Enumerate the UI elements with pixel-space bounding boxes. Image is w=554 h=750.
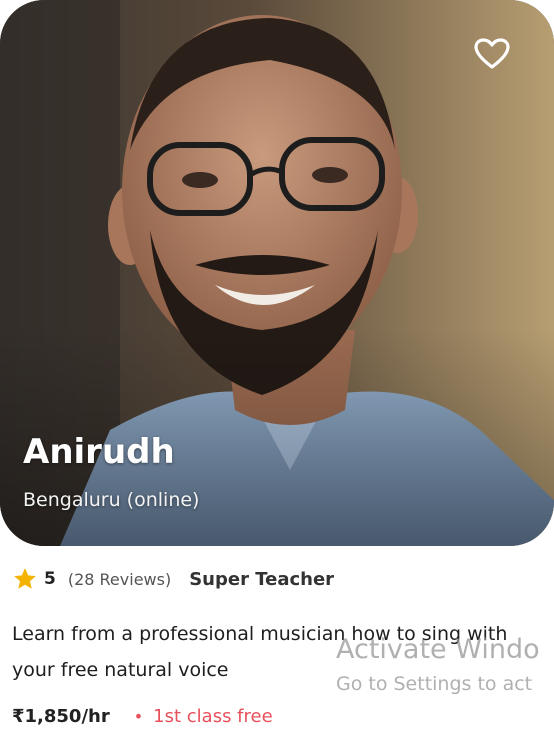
first-class-free-label: 1st class free	[153, 705, 273, 727]
rating-row: 5 (28 Reviews) Super Teacher	[12, 565, 334, 593]
teacher-location: Bengaluru (online)	[23, 489, 200, 511]
heart-outline-icon	[474, 38, 510, 69]
super-teacher-badge: Super Teacher	[189, 568, 335, 590]
hourly-price: ₹1,850/hr	[12, 705, 110, 727]
star-icon	[14, 568, 36, 589]
rating-score: 5	[44, 569, 56, 589]
course-description[interactable]: Learn from a professional musician how t…	[12, 616, 542, 688]
separator-dot: •	[133, 706, 144, 726]
pricing-row: ₹1,850/hr • 1st class free	[12, 702, 273, 730]
favorite-button[interactable]	[472, 34, 512, 74]
teacher-photo[interactable]: Anirudh Bengaluru (online)	[0, 0, 554, 546]
teacher-name: Anirudh	[23, 432, 175, 472]
reviews-count[interactable]: (28 Reviews)	[68, 570, 171, 589]
